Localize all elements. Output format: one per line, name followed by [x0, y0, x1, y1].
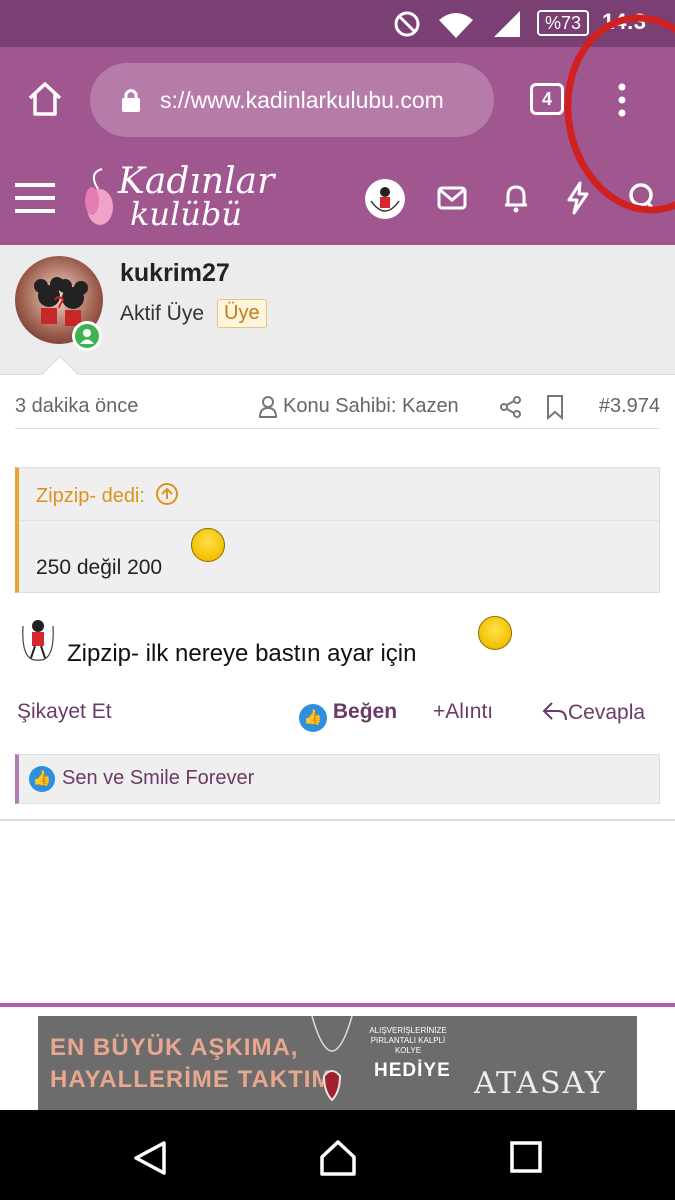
quote-author[interactable]: Zipzip- dedi:	[36, 482, 179, 508]
likes-summary: 👍 Sen ve Smile Forever	[15, 754, 660, 804]
user-outline-icon	[258, 396, 278, 418]
like-button[interactable]: 👍 Beğen	[299, 700, 397, 732]
lock-icon	[122, 89, 140, 112]
quote-label: Alıntı	[445, 700, 494, 723]
reply-label: Cevapla	[568, 701, 646, 724]
necklace-icon	[311, 1016, 353, 1102]
battery-indicator: %73	[537, 10, 589, 36]
grin-emoji-icon	[191, 528, 225, 562]
site-logo-line2[interactable]: kulübü	[130, 195, 242, 233]
user-title: Aktif Üye	[120, 302, 205, 325]
jump-rope-girl-icon	[22, 620, 54, 661]
post-meta: 3 dakika önce Konu Sahibi: Kazen #3.974	[15, 393, 660, 429]
thread-owner: Konu Sahibi: Kazen	[283, 395, 459, 417]
post-time[interactable]: 3 dakika önce	[15, 395, 138, 418]
ad-headline-line2: HAYALLERİME TAKTIM	[50, 1066, 333, 1093]
do-not-disturb-icon	[394, 11, 420, 37]
wifi-icon	[439, 13, 473, 38]
bell-icon[interactable]	[502, 183, 530, 213]
back-icon[interactable]	[132, 1140, 168, 1176]
post-user-block: kukrim27 Aktif Üye Üye	[0, 245, 675, 375]
likes-text[interactable]: Sen ve Smile Forever	[62, 767, 254, 790]
advertisement-banner[interactable]: EN BÜYÜK AŞKIMA, HAYALLERİME TAKTIM ALIŞ…	[38, 1016, 637, 1110]
bookmark-icon[interactable]	[545, 394, 565, 420]
ad-gift-text: HEDİYE	[374, 1060, 451, 1081]
quote-divider	[19, 520, 659, 521]
user-avatar-small[interactable]	[365, 179, 405, 219]
android-nav-bar	[0, 1110, 675, 1200]
reply-button[interactable]: Cevapla	[542, 700, 645, 725]
post-divider	[0, 819, 675, 821]
recent-apps-icon[interactable]	[510, 1141, 542, 1173]
home-icon[interactable]	[26, 81, 64, 117]
reply-icon	[542, 702, 567, 721]
post-number[interactable]: #3.974	[599, 395, 660, 418]
address-bar[interactable]: s://www.kadinlarkulubu.com	[90, 63, 494, 137]
mail-icon[interactable]	[437, 186, 467, 210]
url-text: s://www.kadinlarkulubu.com	[160, 87, 444, 113]
post-actions: Şikayet Et 👍 Beğen +Alıntı Cevapla	[15, 700, 660, 732]
username[interactable]: kukrim27	[120, 259, 230, 288]
ad-small-text: ALIŞVERİŞLERİNİZE PIRLANTALI KALPLİ KOLY…	[369, 1026, 447, 1055]
ad-top-line	[0, 1003, 675, 1007]
quote-text: 250 değil 200	[36, 556, 163, 579]
home-icon[interactable]	[318, 1139, 358, 1177]
menu-icon[interactable]	[15, 181, 55, 215]
quote-button[interactable]: +Alıntı	[433, 700, 493, 724]
jump-rope-girl-icon	[370, 187, 400, 212]
like-label: Beğen	[332, 700, 398, 723]
logo-flower-icon	[85, 168, 113, 225]
user-badge: Üye	[217, 299, 267, 328]
status-bar: %73 14:3	[0, 0, 675, 47]
quote-block: Zipzip- dedi: 250 değil 200	[15, 467, 660, 593]
ad-brand: ATASAY	[474, 1066, 607, 1101]
report-button[interactable]: Şikayet Et	[17, 700, 112, 724]
ad-headline: EN BÜYÜK AŞKIMA, HAYALLERİME TAKTIM	[50, 1032, 332, 1096]
online-status-icon	[72, 321, 102, 351]
plus-icon: +	[433, 700, 446, 723]
thumbs-up-icon: 👍	[29, 766, 55, 792]
lightning-icon[interactable]	[566, 181, 590, 215]
tab-switcher-button[interactable]: 4	[530, 83, 564, 115]
ad-headline-line1: EN BÜYÜK AŞKIMA,	[50, 1034, 299, 1061]
grin-emoji-icon	[478, 616, 512, 650]
site-header: Kadınlar kulübü	[0, 153, 675, 245]
share-icon[interactable]	[499, 395, 523, 419]
post-message: Zipzip- ilk nereye bastın ayar için	[67, 640, 417, 667]
thumbs-up-icon: 👍	[299, 704, 327, 732]
arrow-up-circle-icon[interactable]	[155, 482, 179, 506]
signal-icon	[494, 11, 520, 37]
